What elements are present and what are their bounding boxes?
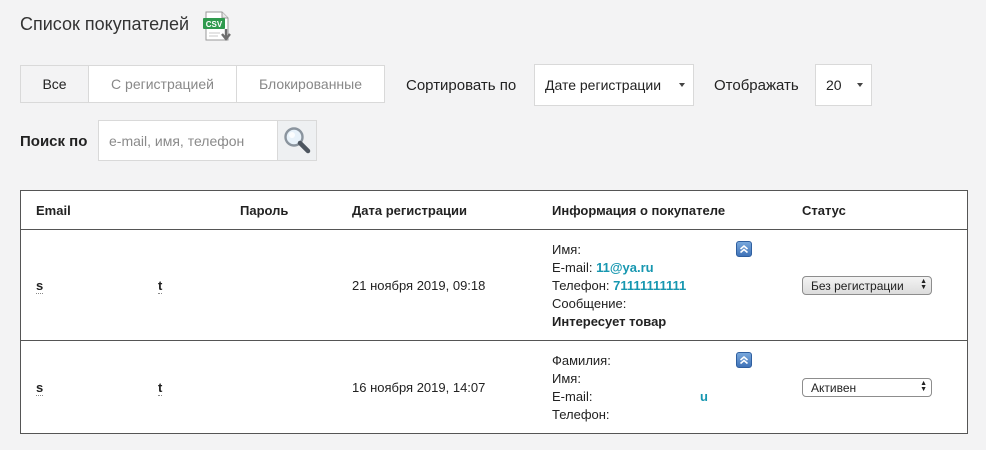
table-row: s t 21 ноября 2019, 09:18 Имя: E-mail: 1… bbox=[21, 230, 967, 341]
customers-table: Email Пароль Дата регистрации Информация… bbox=[20, 190, 968, 434]
info-phone-label: Телефон: bbox=[552, 278, 610, 293]
header-password[interactable]: Пароль bbox=[240, 203, 288, 218]
email-link[interactable]: t bbox=[158, 278, 163, 294]
magnifier-icon bbox=[284, 126, 311, 153]
search-button[interactable] bbox=[277, 120, 317, 161]
header-info[interactable]: Информация о покупателе bbox=[552, 203, 725, 218]
info-email: E-mail: bbox=[552, 389, 592, 404]
status-select[interactable]: Активен ▲ ▼ bbox=[802, 378, 932, 397]
caret-down-icon bbox=[857, 83, 863, 87]
sort-label: Сортировать по bbox=[406, 77, 517, 94]
filter-tab-blocked[interactable]: Блокированные bbox=[237, 66, 384, 102]
email-link[interactable]: s bbox=[36, 380, 44, 396]
filter-tab-registered[interactable]: С регистрацией bbox=[89, 66, 237, 102]
info-name: Имя: bbox=[552, 242, 581, 257]
select-arrows-icon: ▲ ▼ bbox=[920, 380, 927, 393]
status-select-value: Активен bbox=[811, 380, 857, 395]
info-phone: Телефон: 71111111111 bbox=[552, 278, 686, 293]
svg-text:CSV: CSV bbox=[206, 20, 223, 29]
info-email: E-mail: 11@ya.ru bbox=[552, 260, 654, 275]
header-status[interactable]: Статус bbox=[802, 203, 846, 218]
table-row: s t 16 ноября 2019, 14:07 Фамилия: Имя: … bbox=[21, 341, 967, 433]
status-select[interactable]: Без регистрации ▲ ▼ bbox=[802, 276, 932, 295]
email-link[interactable]: s bbox=[36, 278, 44, 294]
status-select-value: Без регистрации bbox=[811, 278, 904, 293]
info-phone-label: Телефон: bbox=[552, 407, 610, 422]
info-email-label: E-mail: bbox=[552, 389, 593, 404]
table-header: Email Пароль Дата регистрации Информация… bbox=[21, 191, 967, 230]
search-label: Поиск по bbox=[20, 133, 88, 150]
info-email-label: E-mail: bbox=[552, 260, 593, 275]
info-surname-label: Фамилия: bbox=[552, 353, 611, 368]
filter-tab-all[interactable]: Все bbox=[21, 66, 89, 102]
registration-date: 21 ноября 2019, 09:18 bbox=[352, 278, 486, 293]
page-size-select[interactable]: 20 bbox=[815, 64, 872, 106]
info-name-label: Имя: bbox=[552, 242, 581, 257]
collapse-info-button[interactable] bbox=[736, 241, 752, 257]
customer-filter-tabs: Все С регистрацией Блокированные bbox=[20, 65, 385, 103]
sort-select-value: Дате регистрации bbox=[545, 77, 662, 93]
info-message-value: Интересует товар bbox=[552, 314, 667, 329]
header-date[interactable]: Дата регистрации bbox=[352, 203, 467, 218]
info-email-value[interactable]: u bbox=[700, 389, 708, 404]
csv-export-icon[interactable]: CSV bbox=[202, 10, 236, 44]
info-name-label: Имя: bbox=[552, 371, 581, 386]
email-link[interactable]: t bbox=[158, 380, 163, 396]
page-title: Список покупателей bbox=[20, 14, 190, 34]
chevron-double-up-icon bbox=[739, 244, 749, 254]
page-size-value: 20 bbox=[826, 77, 842, 93]
sort-select[interactable]: Дате регистрации bbox=[534, 64, 694, 106]
header-email[interactable]: Email bbox=[36, 203, 71, 218]
info-phone-value[interactable]: 71111111111 bbox=[613, 278, 686, 293]
search-input[interactable] bbox=[98, 120, 278, 161]
select-arrows-icon: ▲ ▼ bbox=[920, 278, 927, 291]
chevron-double-up-icon bbox=[739, 355, 749, 365]
display-label: Отображать bbox=[714, 77, 799, 94]
registration-date: 16 ноября 2019, 14:07 bbox=[352, 380, 486, 395]
collapse-info-button[interactable] bbox=[736, 352, 752, 368]
caret-down-icon bbox=[679, 83, 685, 87]
info-email-value[interactable]: 11@ya.ru bbox=[596, 260, 654, 275]
info-message-label: Сообщение: bbox=[552, 296, 627, 311]
